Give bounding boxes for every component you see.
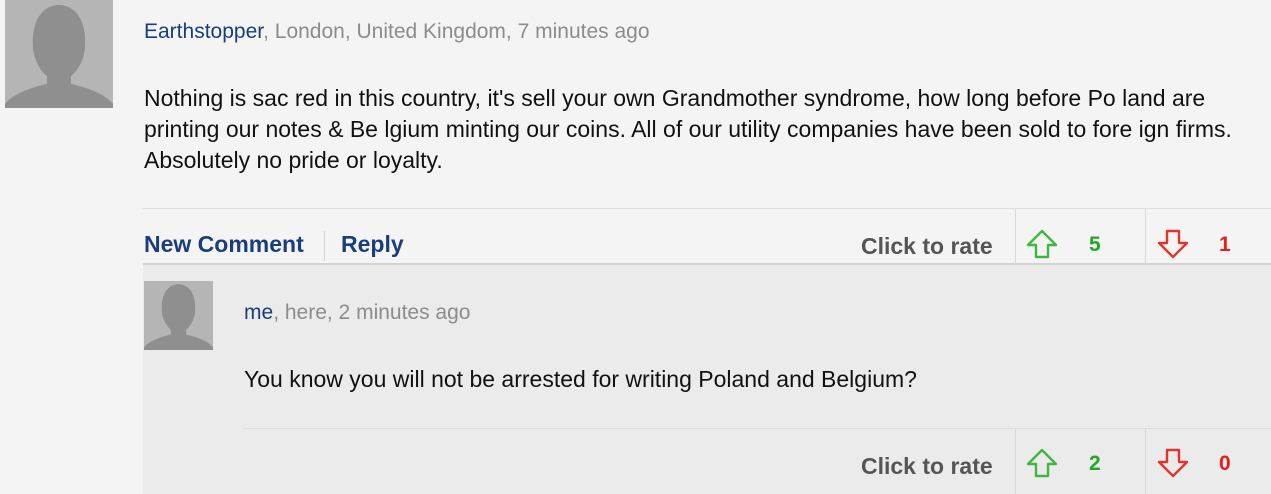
thumb-up-arrow-icon[interactable] (1026, 448, 1058, 478)
down-vote-count: 0 (1219, 452, 1231, 475)
rating-divider (1145, 429, 1146, 494)
comment-body: Nothing is sac red in this country, it's… (144, 85, 1232, 173)
comment-meta: Earthstopper, London, United Kingdom, 7 … (144, 20, 650, 44)
reply-link[interactable]: Reply (341, 231, 404, 258)
thumb-up-arrow-icon[interactable] (1026, 229, 1058, 259)
avatar-silhouette-icon (5, 0, 113, 108)
action-divider (324, 231, 325, 261)
rating-divider (1145, 209, 1146, 264)
rating-divider (1015, 209, 1016, 264)
up-vote-count: 2 (1089, 452, 1101, 475)
up-vote-count: 5 (1089, 233, 1101, 256)
thumb-down-arrow-icon[interactable] (1157, 448, 1189, 478)
reply-body: You know you will not be arrested for wr… (244, 366, 917, 392)
reply-meta: me, here, 2 minutes ago (244, 301, 470, 325)
rating-divider (1015, 429, 1016, 494)
comment-location-time: , London, United Kingdom, 7 minutes ago (263, 20, 650, 43)
reply-avatar[interactable] (144, 281, 213, 350)
reply-location-time: , here, 2 minutes ago (273, 301, 471, 324)
commenter-avatar[interactable] (5, 0, 113, 108)
avatar-silhouette-icon (144, 281, 213, 350)
reply-rating-bar: Click to rate 2 0 (243, 428, 1271, 494)
reply-author-link[interactable]: me (244, 301, 273, 324)
new-comment-link[interactable]: New Comment (144, 231, 304, 258)
comment-author-link[interactable]: Earthstopper (144, 20, 263, 43)
down-vote-count: 1 (1219, 233, 1231, 256)
thumb-down-arrow-icon[interactable] (1157, 229, 1189, 259)
click-to-rate-label: Click to rate (861, 233, 993, 259)
comment-action-bar: New Comment Reply Click to rate 5 1 (143, 208, 1271, 265)
click-to-rate-label: Click to rate (861, 453, 993, 479)
